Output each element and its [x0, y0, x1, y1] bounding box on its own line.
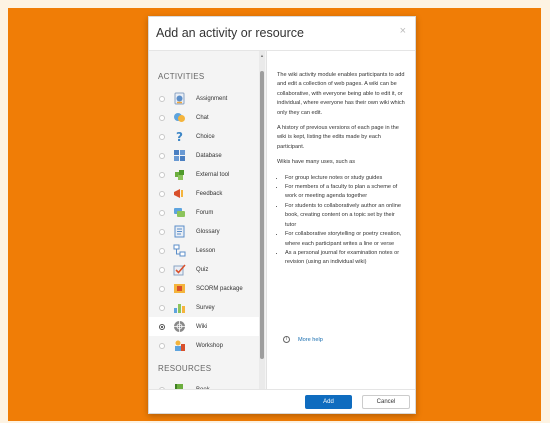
option-external-tool[interactable]: External tool — [149, 165, 259, 184]
choice-icon: ? — [173, 130, 186, 143]
uses-list: For group lecture notes or study guides … — [277, 174, 407, 268]
glossary-icon — [173, 225, 186, 238]
radio-button[interactable] — [159, 285, 165, 292]
lesson-icon — [173, 244, 186, 257]
forum-icon — [173, 206, 186, 219]
option-feedback[interactable]: Feedback — [149, 184, 259, 203]
quiz-icon — [173, 263, 186, 276]
scrollbar-thumb[interactable] — [260, 71, 264, 359]
wiki-icon — [173, 320, 186, 333]
close-icon[interactable]: × — [400, 25, 406, 37]
option-chat[interactable]: Chat — [149, 108, 259, 127]
radio-button[interactable] — [159, 304, 165, 311]
more-help-link[interactable]: i More help — [283, 336, 323, 343]
list-item: For students to collaboratively author a… — [285, 202, 407, 230]
scroll-up-icon[interactable]: ▲ — [260, 53, 264, 59]
option-survey[interactable]: Survey — [149, 298, 259, 317]
radio-button[interactable] — [159, 266, 165, 273]
svg-text:?: ? — [176, 130, 183, 143]
radio-button[interactable] — [159, 247, 165, 254]
option-label: Survey — [196, 304, 215, 311]
option-forum[interactable]: Forum — [149, 203, 259, 222]
radio-button[interactable] — [159, 342, 165, 349]
option-label: Choice — [196, 133, 215, 140]
option-label: Glossary — [196, 228, 220, 235]
option-assignment[interactable]: Assignment — [149, 89, 259, 108]
radio-button[interactable] — [159, 209, 165, 216]
option-database[interactable]: Database — [149, 146, 259, 165]
option-label: External tool — [196, 171, 230, 178]
module-list: ACTIVITIES Assignment Chat ? Choice Data… — [149, 51, 267, 401]
radio-button[interactable] — [159, 95, 165, 102]
radio-button-selected[interactable] — [159, 323, 165, 330]
description-paragraph: Wikis have many uses, such as — [277, 159, 356, 166]
option-label: Lesson — [196, 247, 216, 254]
chat-icon — [173, 111, 186, 124]
option-lesson[interactable]: Lesson — [149, 241, 259, 260]
option-label: Quiz — [196, 266, 209, 273]
add-button[interactable]: Add — [305, 395, 352, 409]
radio-button[interactable] — [159, 228, 165, 235]
radio-button[interactable] — [159, 133, 165, 140]
list-item: For collaborative storytelling or poetry… — [285, 230, 407, 249]
module-description: The wiki activity module enables partici… — [269, 51, 413, 401]
radio-button[interactable] — [159, 190, 165, 197]
option-label: Feedback — [196, 190, 223, 197]
dialog-header: Add an activity or resource × — [149, 17, 415, 51]
description-paragraph: A history of previous versions of each p… — [277, 125, 399, 150]
dialog-title: Add an activity or resource — [156, 26, 304, 40]
activities-heading: ACTIVITIES — [158, 72, 205, 81]
cancel-button[interactable]: Cancel — [362, 395, 410, 409]
option-label: Chat — [196, 114, 209, 121]
database-icon — [173, 149, 186, 162]
option-label: Database — [196, 152, 222, 159]
description-paragraph: The wiki activity module enables partici… — [277, 72, 405, 116]
radio-button[interactable] — [159, 152, 165, 159]
more-help-label[interactable]: More help — [298, 337, 323, 343]
option-label: SCORM package — [196, 285, 243, 292]
list-scrollbar[interactable]: ▲ ▼ — [259, 51, 265, 401]
assignment-icon — [173, 92, 186, 105]
option-quiz[interactable]: Quiz — [149, 260, 259, 279]
scorm-icon — [173, 282, 186, 295]
option-label: Assignment — [196, 95, 228, 102]
radio-button[interactable] — [159, 171, 165, 178]
info-icon: i — [283, 336, 290, 343]
workshop-icon — [173, 339, 186, 352]
option-label: Forum — [196, 209, 214, 216]
option-label: Workshop — [196, 342, 223, 349]
external-tool-icon — [173, 168, 186, 181]
dialog-footer: Add Cancel — [149, 389, 415, 413]
option-label: Wiki — [196, 323, 208, 330]
list-item: As a personal journal for examination no… — [285, 249, 407, 268]
radio-button[interactable] — [159, 114, 165, 121]
option-choice[interactable]: ? Choice — [149, 127, 259, 146]
option-glossary[interactable]: Glossary — [149, 222, 259, 241]
list-item: For group lecture notes or study guides — [285, 174, 407, 183]
add-activity-dialog: Add an activity or resource × ACTIVITIES… — [148, 16, 416, 414]
resources-heading: RESOURCES — [158, 364, 212, 373]
survey-icon — [173, 301, 186, 314]
description-text: The wiki activity module enables partici… — [277, 71, 407, 268]
option-workshop[interactable]: Workshop — [149, 336, 259, 355]
list-item: For members of a faculty to plan a schem… — [285, 183, 407, 202]
option-wiki[interactable]: Wiki — [149, 317, 259, 336]
feedback-icon — [173, 187, 186, 200]
option-scorm-package[interactable]: SCORM package — [149, 279, 259, 298]
